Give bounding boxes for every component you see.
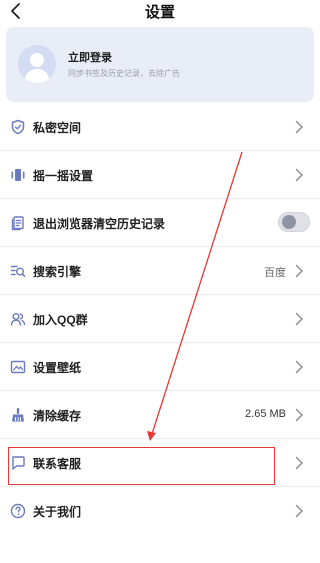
login-title: 立即登录 (68, 52, 112, 64)
cache-size-value: 2.65 MB (245, 408, 286, 420)
setting-label: 退出浏览器清空历史记录 (33, 217, 166, 231)
chevron-right-icon (295, 504, 303, 518)
setting-label: 清除缓存 (33, 409, 82, 423)
chevron-right-icon (295, 360, 303, 374)
login-card[interactable]: 立即登录 同步书签及历史记录，去除广告 (6, 27, 314, 102)
login-subtitle: 同步书签及历史记录，去除广告 (68, 69, 180, 78)
chevron-right-icon (295, 120, 303, 134)
image-icon (10, 360, 26, 374)
setting-row-join-qq-group[interactable]: 加入QQ群 (0, 295, 320, 343)
chevron-right-icon (295, 456, 303, 470)
setting-label: 摇一摇设置 (33, 169, 94, 183)
setting-row-privacy-space[interactable]: 私密空间 (0, 103, 320, 151)
avatar (18, 45, 56, 83)
header: 设置 (0, 0, 320, 22)
setting-row-clear-history-on-exit: 退出浏览器清空历史记录 (0, 199, 320, 247)
setting-label: 关于我们 (33, 505, 82, 519)
chevron-right-icon (295, 312, 303, 326)
setting-row-wallpaper[interactable]: 设置壁纸 (0, 343, 320, 391)
toggle-knob (282, 215, 296, 229)
search-engine-value: 百度 (264, 267, 286, 279)
setting-row-search-engine[interactable]: 搜索引擎 百度 (0, 247, 320, 295)
chevron-right-icon (295, 168, 303, 182)
setting-row-about-us[interactable]: 关于我们 (0, 487, 320, 535)
search-list-icon (10, 265, 26, 277)
setting-label: 加入QQ群 (33, 313, 88, 327)
setting-label: 私密空间 (33, 121, 82, 135)
setting-label: 搜索引擎 (33, 265, 82, 279)
setting-row-clear-cache[interactable]: 清除缓存 2.65 MB (0, 391, 320, 439)
clear-history-toggle[interactable] (278, 212, 310, 232)
shake-phone-icon (11, 169, 25, 181)
document-icon (11, 216, 24, 231)
page-title: 设置 (144, 4, 175, 21)
help-circle-icon (10, 503, 26, 519)
chevron-right-icon (295, 264, 303, 278)
setting-label: 设置壁纸 (33, 361, 82, 375)
user-avatar-icon (24, 53, 50, 83)
broom-icon (12, 408, 24, 422)
group-users-icon (10, 313, 26, 326)
shield-icon (11, 119, 25, 135)
annotation-highlight-box (8, 447, 275, 485)
chevron-right-icon (295, 408, 303, 422)
setting-row-shake[interactable]: 摇一摇设置 (0, 151, 320, 199)
